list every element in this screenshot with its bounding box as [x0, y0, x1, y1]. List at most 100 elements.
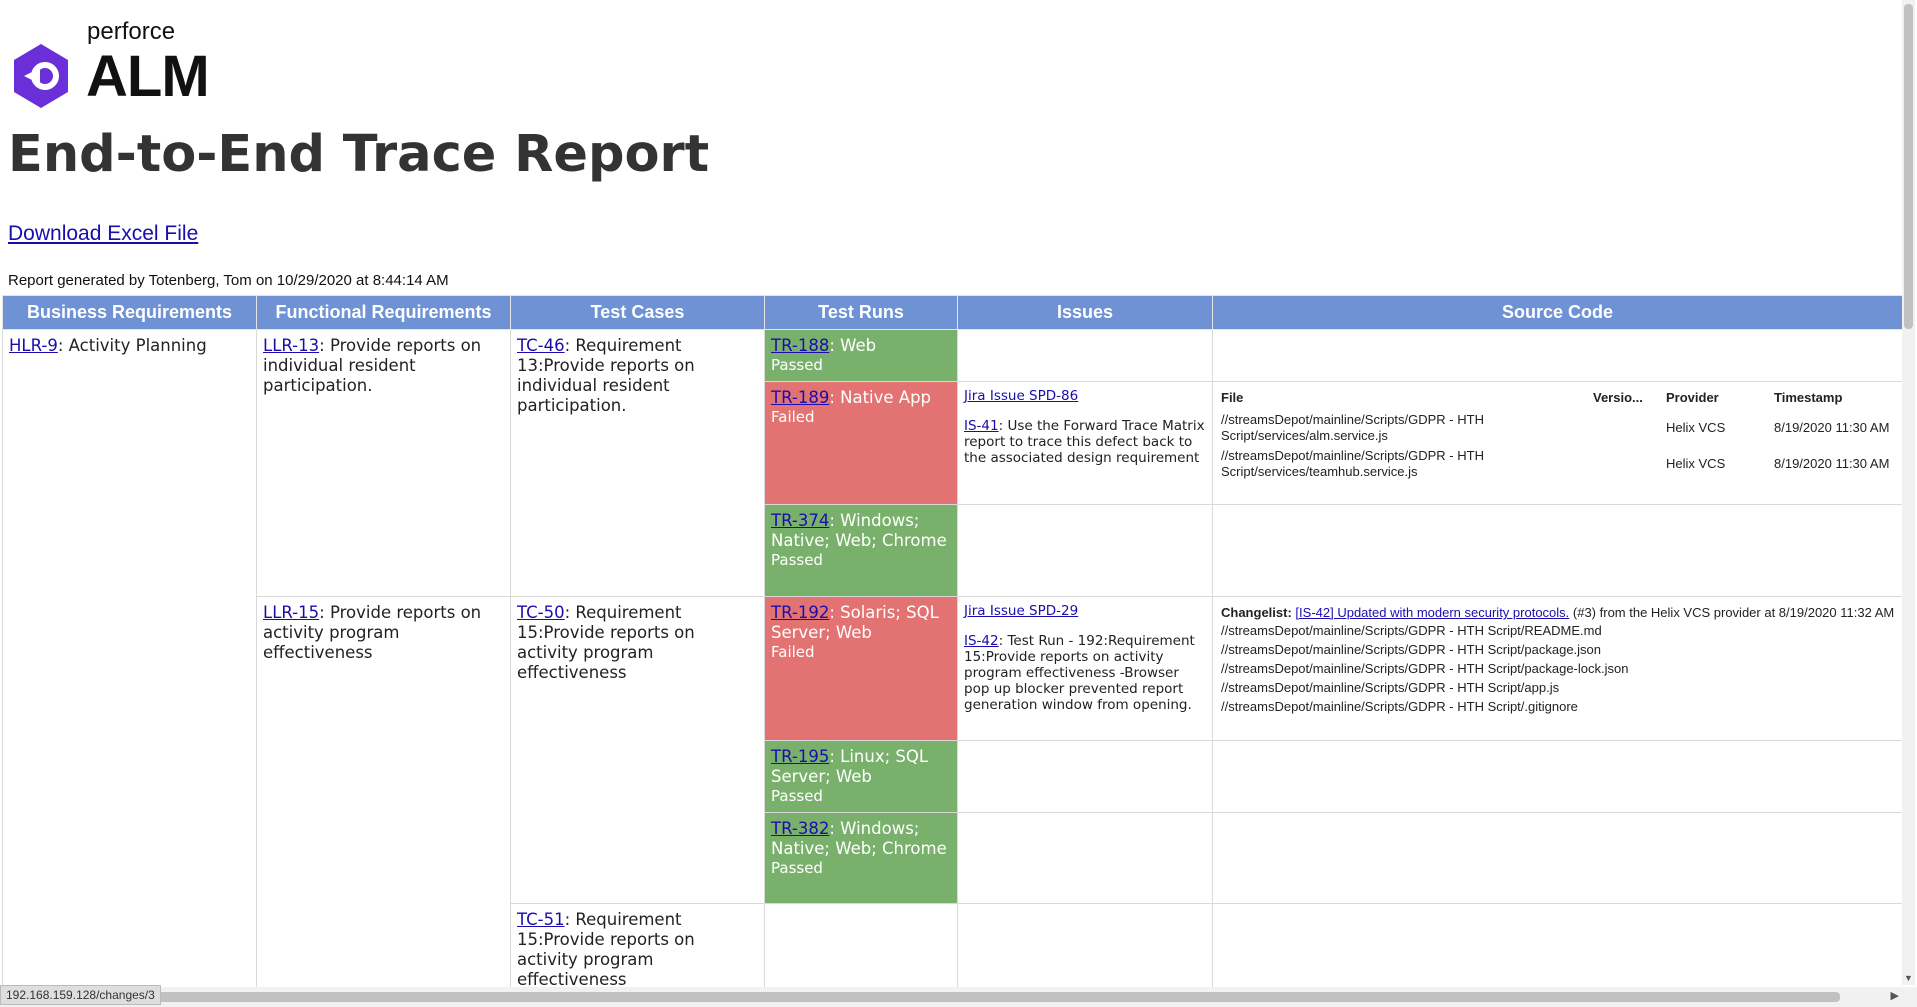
test-run-text: : Native App: [829, 388, 932, 407]
test-run-link[interactable]: TR-188: [771, 336, 829, 355]
scroll-down-arrow-icon[interactable]: ▼: [1904, 973, 1913, 983]
source-files-table: File Versio... Provider Timestamp //stre…: [1221, 390, 1894, 484]
source-code-files-cell: File Versio... Provider Timestamp //stre…: [1212, 381, 1902, 505]
changelist-line: Changelist: [IS-42] Updated with modern …: [1221, 605, 1894, 621]
test-run-cell-passed: TR-188: Web Passed: [764, 329, 958, 382]
jira-issue-link[interactable]: Jira Issue SPD-86: [964, 388, 1206, 404]
changelist-info: (#3) from the Helix VCS provider at 8/19…: [1569, 605, 1894, 620]
issue-cell-empty: [957, 740, 1213, 813]
llr-link[interactable]: LLR-15: [263, 603, 319, 622]
trace-report-table: Business Requirements Functional Require…: [2, 295, 1902, 988]
changelist-file: //streamsDepot/mainline/Scripts/GDPR - H…: [1221, 680, 1560, 695]
vertical-scrollbar-thumb[interactable]: [1904, 4, 1913, 329]
test-run-link[interactable]: TR-382: [771, 819, 829, 838]
test-case-link[interactable]: TC-51: [517, 910, 565, 929]
source-file-timestamp: 8/19/2020 11:30 AM: [1774, 420, 1890, 435]
source-code-cell-empty: [1212, 740, 1902, 813]
provider-column-header[interactable]: Provider: [1666, 390, 1774, 412]
brand-name-big: ALM: [86, 44, 210, 109]
column-header-issues[interactable]: Issues: [957, 295, 1213, 330]
issue-cell-empty: [957, 504, 1213, 597]
source-code-cell-empty: [1212, 903, 1902, 988]
issue-link[interactable]: IS-41: [964, 418, 999, 434]
test-run-cell-passed: TR-195: Linux; SQL Server; Web Passed: [764, 740, 958, 813]
business-requirement-cell: HLR-9: Activity Planning: [2, 329, 257, 988]
generated-by-text: Report generated by Totenberg, Tom on 10…: [8, 272, 449, 289]
file-column-header[interactable]: File: [1221, 390, 1593, 412]
changelist-file: //streamsDepot/mainline/Scripts/GDPR - H…: [1221, 623, 1602, 638]
issue-text: : Test Run - 192:Requirement 15:Provide …: [964, 633, 1195, 713]
trace-report-table-container[interactable]: Business Requirements Functional Require…: [2, 295, 1902, 988]
table-row: LLR-15: Provide reports on activity prog…: [3, 596, 1902, 988]
source-code-cell-empty: [1212, 329, 1902, 382]
column-header-test-runs[interactable]: Test Runs: [764, 295, 958, 330]
test-run-cell-empty: [764, 903, 958, 988]
changelist-link[interactable]: [IS-42] Updated with modern security pro…: [1295, 605, 1569, 620]
test-case-cell: TC-50: Requirement 15:Provide reports on…: [510, 596, 765, 904]
browser-status-url: 192.168.159.128/changes/3: [0, 985, 161, 1005]
source-file-version: [1593, 448, 1666, 484]
changelist-label: Changelist:: [1221, 605, 1292, 620]
test-run-status: Passed: [771, 859, 823, 877]
vertical-scrollbar[interactable]: ▼: [1902, 0, 1915, 985]
source-file-path: //streamsDepot/mainline/Scripts/GDPR - H…: [1221, 448, 1484, 479]
test-run-status: Failed: [771, 408, 815, 426]
test-run-status: Passed: [771, 551, 823, 569]
test-run-cell-failed: TR-189: Native App Failed: [764, 381, 958, 505]
issue-cell-empty: [957, 329, 1213, 382]
changelist-file: //streamsDepot/mainline/Scripts/GDPR - H…: [1221, 699, 1578, 714]
test-run-status: Failed: [771, 643, 815, 661]
test-run-cell-passed: TR-374: Windows; Native; Web; Chrome Pas…: [764, 504, 958, 597]
column-header-business-requirements[interactable]: Business Requirements: [2, 295, 257, 330]
changelist-file: //streamsDepot/mainline/Scripts/GDPR - H…: [1221, 661, 1629, 676]
version-column-header[interactable]: Versio...: [1593, 390, 1666, 412]
source-code-changelist-cell: Changelist: [IS-42] Updated with modern …: [1212, 596, 1902, 741]
hlr-link[interactable]: HLR-9: [9, 336, 58, 355]
table-header-row: Business Requirements Functional Require…: [2, 295, 1902, 330]
test-case-link[interactable]: TC-46: [517, 336, 565, 355]
test-case-link[interactable]: TC-50: [517, 603, 565, 622]
horizontal-scrollbar[interactable]: ▶: [0, 987, 1917, 1007]
report-generated-info: Report generated by Totenberg, Tom on 10…: [8, 272, 449, 289]
test-run-text: : Web: [829, 336, 877, 355]
brand-name-small: perforce: [87, 18, 176, 45]
perforce-logo-icon: [14, 44, 68, 108]
issue-cell: Jira Issue SPD-86 IS-41: Use the Forward…: [957, 381, 1213, 505]
jira-issue-link[interactable]: Jira Issue SPD-29: [964, 603, 1206, 619]
column-header-test-cases[interactable]: Test Cases: [510, 295, 765, 330]
source-file-row: //streamsDepot/mainline/Scripts/GDPR - H…: [1221, 448, 1894, 484]
test-run-link[interactable]: TR-195: [771, 747, 829, 766]
timestamp-column-header[interactable]: Timestamp: [1774, 390, 1894, 412]
changelist-file: //streamsDepot/mainline/Scripts/GDPR - H…: [1221, 642, 1602, 657]
table-row: HLR-9: Activity Planning LLR-13: Provide…: [2, 329, 1902, 988]
source-file-provider: Helix VCS: [1666, 456, 1726, 471]
source-code-cell-empty: [1212, 504, 1902, 597]
test-run-link[interactable]: TR-374: [771, 511, 829, 530]
column-header-source-code[interactable]: Source Code: [1212, 295, 1902, 330]
source-file-timestamp: 8/19/2020 11:30 AM: [1774, 456, 1890, 471]
source-files-header-row: File Versio... Provider Timestamp: [1221, 390, 1894, 412]
test-run-cell-failed: TR-192: Solaris; SQL Server; Web Failed: [764, 596, 958, 741]
source-code-cell-empty: [1212, 812, 1902, 904]
test-run-link[interactable]: TR-192: [771, 603, 829, 622]
horizontal-scrollbar-thumb[interactable]: [150, 992, 1840, 1002]
functional-requirement-cell: LLR-13: Provide reports on individual re…: [256, 329, 511, 597]
issue-link[interactable]: IS-42: [964, 633, 999, 649]
perforce-alm-logo: perforce ALM: [10, 18, 270, 110]
column-header-functional-requirements[interactable]: Functional Requirements: [256, 295, 511, 330]
test-run-link[interactable]: TR-189: [771, 388, 829, 407]
functional-requirement-cell: LLR-15: Provide reports on activity prog…: [256, 596, 511, 988]
test-run-cell-passed: TR-382: Windows; Native; Web; Chrome Pas…: [764, 812, 958, 904]
source-file-row: //streamsDepot/mainline/Scripts/GDPR - H…: [1221, 412, 1894, 448]
download-excel-link[interactable]: Download Excel File: [8, 222, 198, 246]
issue-cell: Jira Issue SPD-29 IS-42: Test Run - 192:…: [957, 596, 1213, 741]
page-title: End-to-End Trace Report: [8, 125, 710, 184]
source-file-path: //streamsDepot/mainline/Scripts/GDPR - H…: [1221, 412, 1484, 443]
issue-cell-empty: [957, 903, 1213, 988]
scroll-right-arrow-icon[interactable]: ▶: [1891, 989, 1899, 1002]
test-run-status: Passed: [771, 356, 823, 374]
source-file-version: [1593, 412, 1666, 448]
issue-cell-empty: [957, 812, 1213, 904]
test-run-status: Passed: [771, 787, 823, 805]
llr-link[interactable]: LLR-13: [263, 336, 319, 355]
